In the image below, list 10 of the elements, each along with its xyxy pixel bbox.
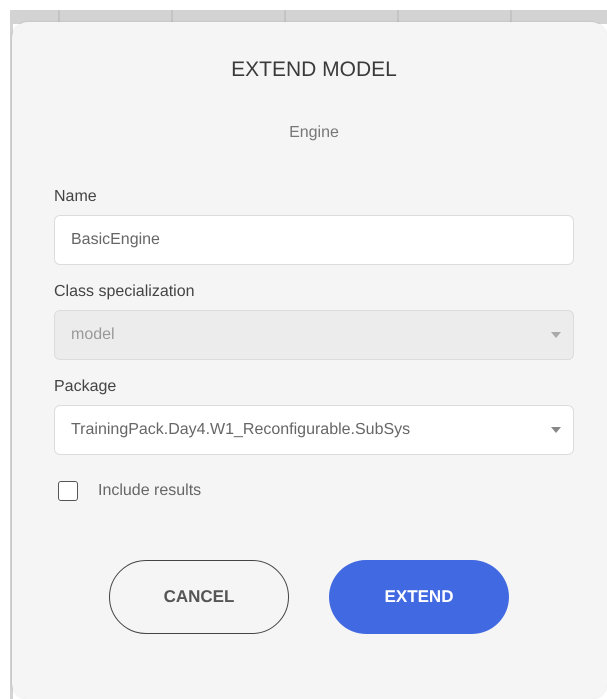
input-field[interactable]: BasicEngine — [54, 215, 574, 265]
dialog-title: EXTEND MODEL — [231, 58, 397, 82]
field-label: Package — [54, 378, 116, 396]
cancel-button[interactable]: CANCEL — [109, 560, 289, 634]
field-label: Class specialization — [54, 283, 195, 301]
dialog-subtitle: Engine — [289, 124, 339, 142]
extend-button[interactable]: EXTEND — [329, 560, 509, 634]
checkbox-label: Include results — [98, 482, 202, 500]
dropdown-field[interactable]: TrainingPack.Day4.W1_Reconfigurable.SubSys — [54, 405, 574, 455]
field-label: Name — [54, 188, 97, 206]
